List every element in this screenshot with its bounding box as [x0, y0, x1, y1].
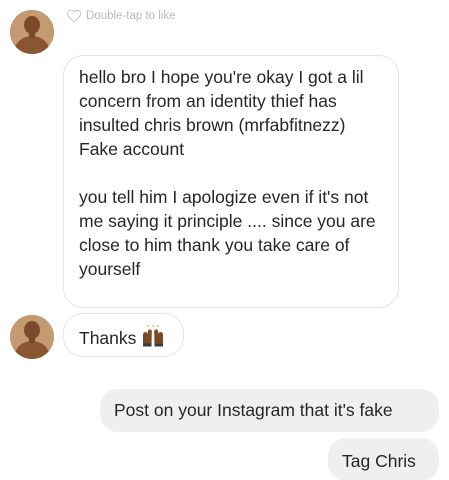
incoming-message-bubble[interactable]: Thanks: [63, 313, 184, 357]
outgoing-message-bubble[interactable]: Post on your Instagram that it's fake: [100, 389, 439, 432]
avatar[interactable]: [10, 315, 54, 359]
message-text: Post on your Instagram that it's fake: [114, 400, 393, 420]
avatar-image: [10, 10, 54, 54]
message-text: Tag Chris: [342, 451, 416, 471]
heart-outline-icon: [66, 9, 82, 23]
incoming-message-bubble[interactable]: hello bro I hope you're okay I got a lil…: [63, 55, 399, 308]
avatar-image: [10, 315, 54, 359]
message-paragraph: you tell him I apologize even if it's no…: [79, 187, 376, 279]
avatar[interactable]: [10, 10, 54, 54]
message-paragraph: hello bro I hope you're okay I got a lil…: [79, 67, 364, 159]
like-hint-text: Double-tap to like: [86, 10, 176, 22]
outgoing-message-bubble[interactable]: Tag Chris: [328, 438, 439, 480]
raised-hands-emoji: [140, 324, 166, 348]
double-tap-like-hint: Double-tap to like: [66, 8, 176, 24]
message-text: Thanks: [79, 328, 137, 348]
message-thread: Double-tap to like hello bro I hope you'…: [0, 0, 449, 480]
